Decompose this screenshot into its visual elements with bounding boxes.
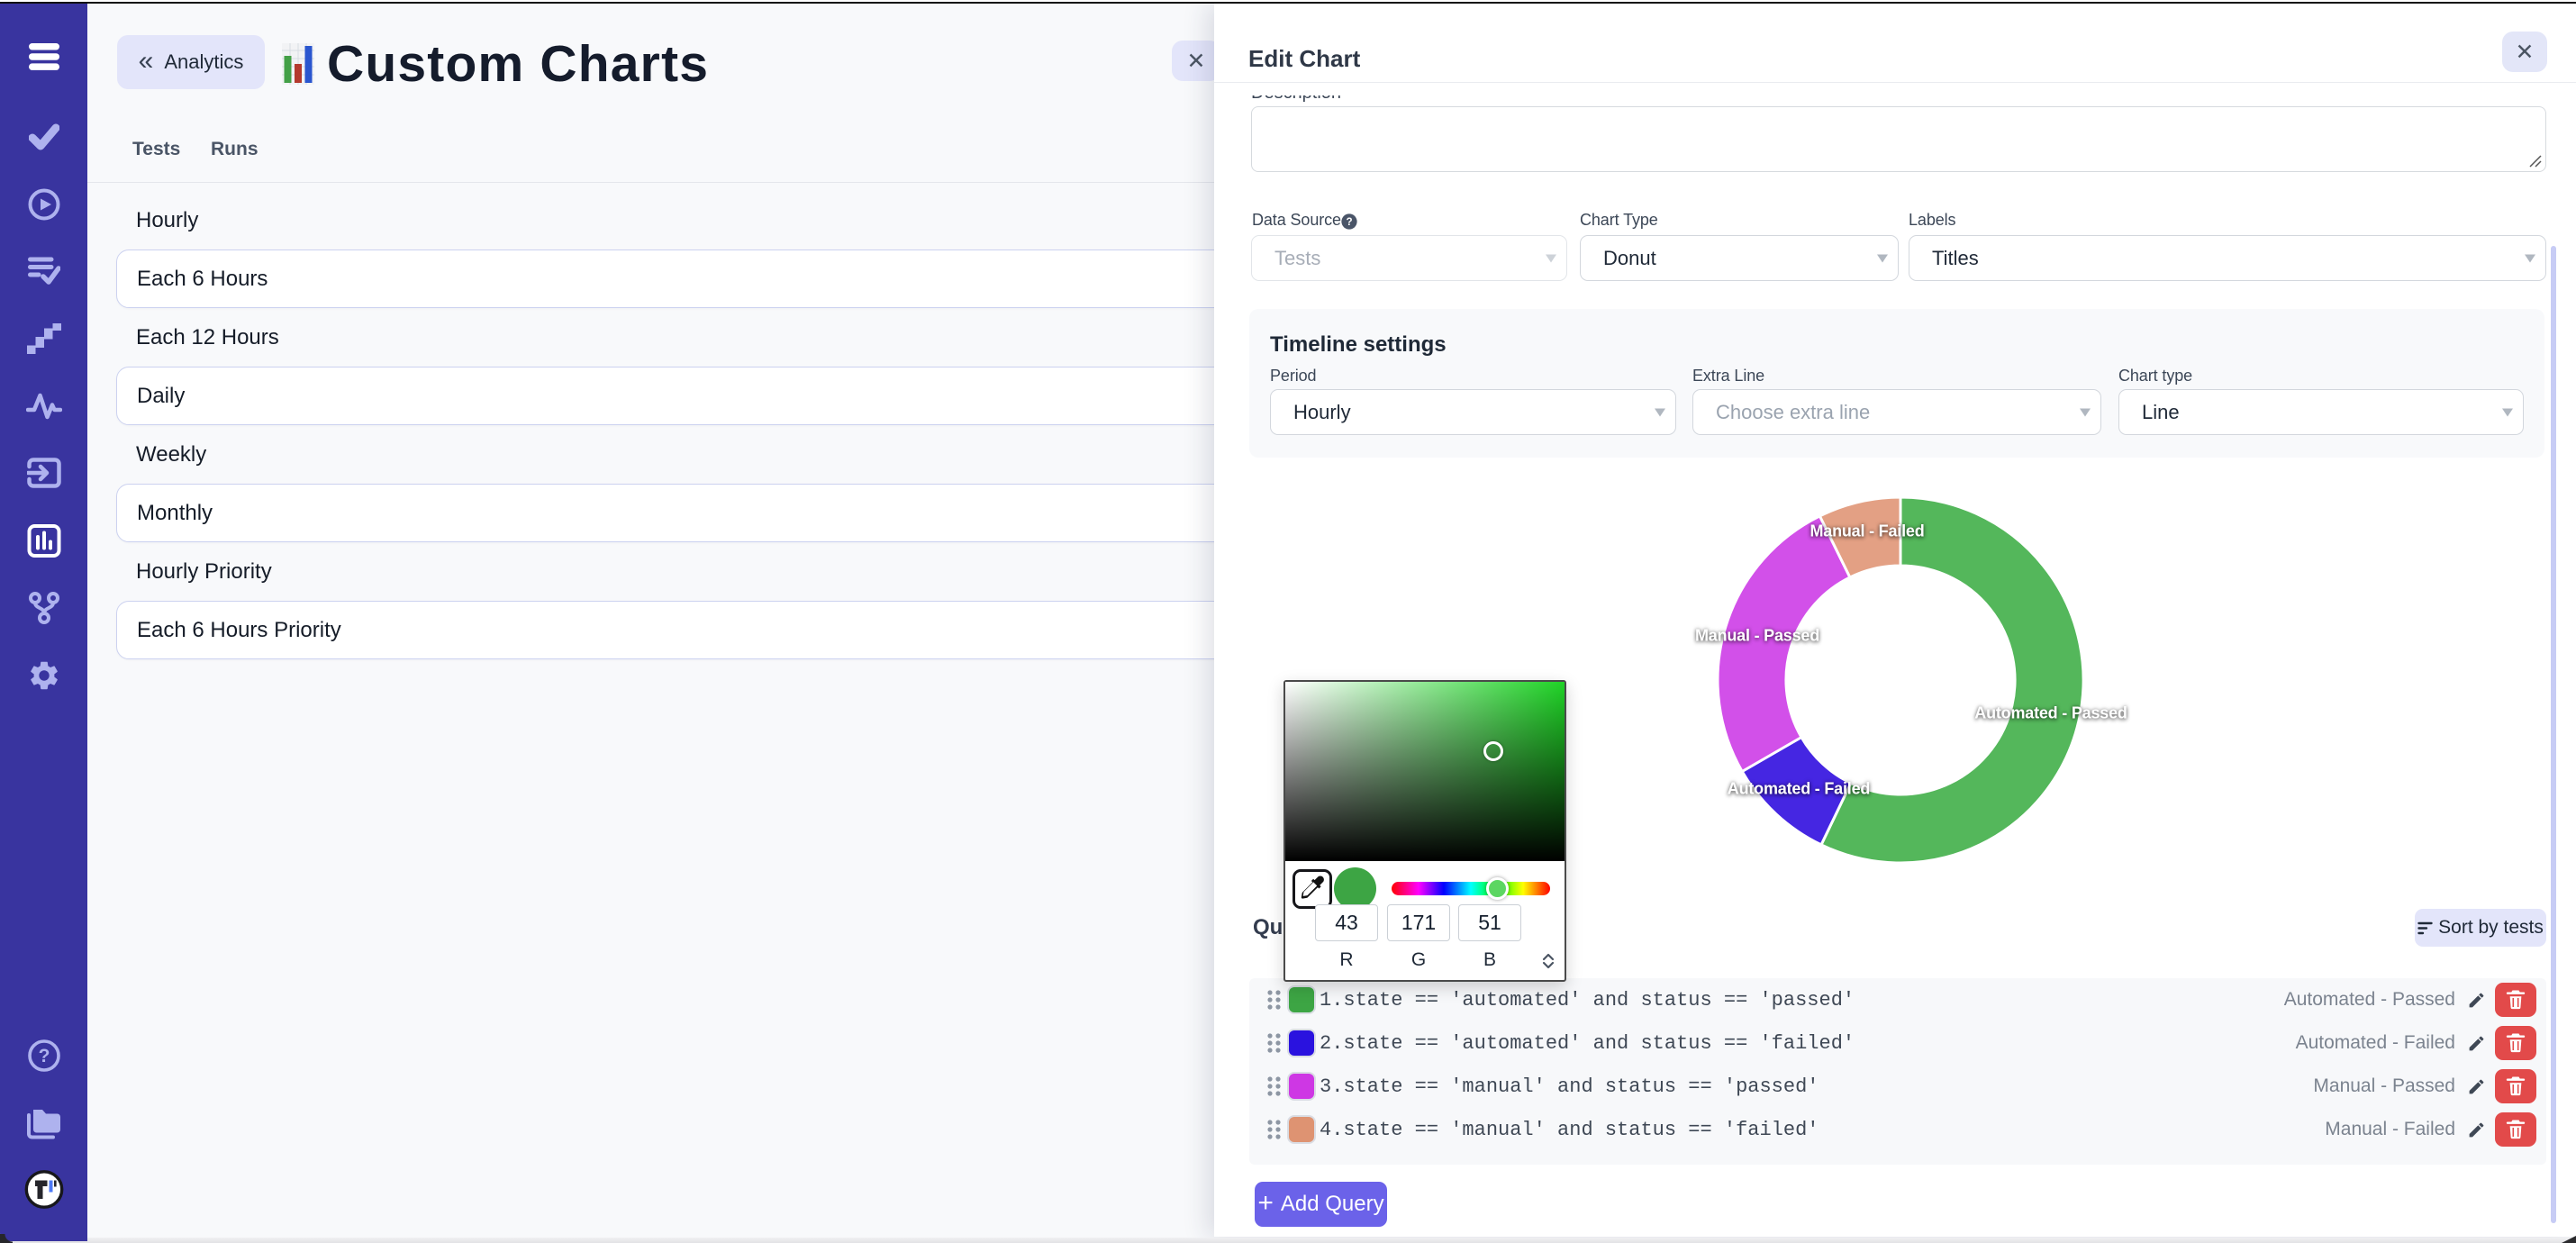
svg-text:?: ? [1346, 216, 1352, 228]
svg-text:?: ? [38, 1046, 50, 1066]
